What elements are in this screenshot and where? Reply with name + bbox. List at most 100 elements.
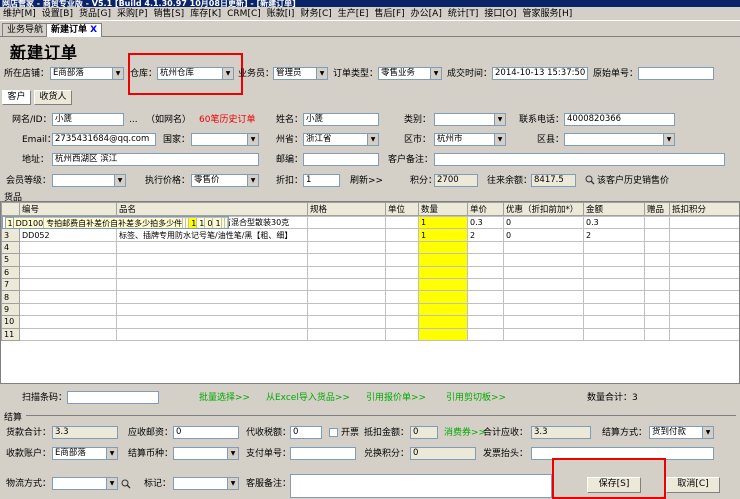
- table-cell[interactable]: [116, 315, 308, 329]
- mark-select[interactable]: ▼: [173, 477, 239, 490]
- column-header[interactable]: 单位: [385, 202, 419, 216]
- table-cell[interactable]: [644, 265, 670, 279]
- table-row[interactable]: 7: [1, 277, 739, 292]
- zip-input[interactable]: [303, 153, 379, 166]
- table-cell[interactable]: [116, 240, 308, 255]
- netname-input[interactable]: 小篪: [52, 113, 124, 126]
- table-cell[interactable]: 1: [418, 228, 468, 242]
- logistics-select[interactable]: ▼: [52, 477, 118, 490]
- table-cell[interactable]: [503, 253, 584, 267]
- table-cell[interactable]: [307, 315, 386, 329]
- table-cell[interactable]: [19, 302, 117, 317]
- column-header[interactable]: 规格: [307, 202, 386, 216]
- cust-remark-input[interactable]: [290, 474, 552, 498]
- table-cell[interactable]: DD052: [19, 228, 117, 242]
- table-cell[interactable]: [19, 265, 117, 279]
- table-cell[interactable]: [669, 240, 739, 255]
- table-cell[interactable]: [467, 265, 504, 279]
- table-cell[interactable]: [669, 277, 739, 292]
- category-select[interactable]: ▼: [434, 113, 506, 126]
- table-cell[interactable]: DD100: [12, 217, 45, 228]
- quote-link[interactable]: 引用报价单>>: [366, 392, 426, 404]
- store-select[interactable]: E商部落 ▼: [50, 67, 124, 80]
- table-cell[interactable]: [583, 327, 645, 341]
- menu-item[interactable]: 库存[K]: [187, 7, 224, 21]
- customer-remark-input[interactable]: [434, 153, 725, 166]
- table-cell[interactable]: [503, 265, 584, 279]
- table-cell[interactable]: [418, 265, 468, 279]
- table-cell[interactable]: [116, 277, 308, 292]
- table-cell[interactable]: [116, 265, 308, 279]
- table-cell[interactable]: [307, 240, 386, 255]
- table-cell[interactable]: [583, 315, 645, 329]
- menu-item[interactable]: 采购[P]: [114, 7, 150, 21]
- table-cell[interactable]: [467, 315, 504, 329]
- table-row[interactable]: 1 DD100 专拍邮费自补差价自补差多少拍多少件 1 1 0 1: [1, 216, 229, 229]
- table-cell[interactable]: [669, 327, 739, 341]
- currency-select[interactable]: ▼: [173, 447, 239, 460]
- country-select[interactable]: ▼: [191, 133, 259, 146]
- table-cell[interactable]: [307, 327, 386, 341]
- table-row[interactable]: 11: [1, 327, 739, 341]
- table-cell[interactable]: [644, 290, 670, 304]
- table-cell[interactable]: [116, 290, 308, 304]
- table-cell[interactable]: [644, 327, 670, 341]
- table-cell[interactable]: [503, 315, 584, 329]
- refresh-link[interactable]: 刷新>>: [350, 175, 383, 187]
- netname-browse-button[interactable]: ...: [129, 114, 138, 126]
- city-select[interactable]: 杭州市 ▼: [434, 133, 506, 146]
- table-cell[interactable]: [19, 290, 117, 304]
- table-cell[interactable]: [385, 315, 419, 329]
- table-cell[interactable]: [19, 240, 117, 255]
- menu-item[interactable]: 办公[A]: [408, 7, 445, 21]
- table-cell[interactable]: [418, 253, 468, 267]
- table-cell[interactable]: [307, 302, 386, 317]
- table-cell[interactable]: [19, 277, 117, 292]
- table-cell[interactable]: [307, 277, 386, 292]
- table-cell[interactable]: [307, 215, 386, 230]
- import-excel-link[interactable]: 从Excel导入货品>>: [266, 392, 350, 404]
- table-cell[interactable]: [583, 302, 645, 317]
- settle-select[interactable]: 货到付款 ▼: [649, 426, 714, 439]
- menu-item[interactable]: 销售[S]: [150, 7, 187, 21]
- table-cell[interactable]: [669, 228, 739, 242]
- table-cell[interactable]: [116, 253, 308, 267]
- table-cell[interactable]: 0.3: [467, 215, 504, 230]
- table-cell[interactable]: [669, 253, 739, 267]
- table-cell[interactable]: [418, 277, 468, 292]
- menu-item[interactable]: 维护[M]: [0, 7, 39, 21]
- table-cell[interactable]: [385, 240, 419, 255]
- table-row[interactable]: 5: [1, 253, 739, 267]
- history-price-link[interactable]: 该客户历史销售价: [597, 175, 669, 187]
- table-cell[interactable]: [385, 215, 419, 230]
- table-cell[interactable]: [583, 265, 645, 279]
- table-cell[interactable]: [385, 265, 419, 279]
- table-cell[interactable]: [583, 277, 645, 292]
- table-row[interactable]: 9: [1, 302, 739, 317]
- batch-select-link[interactable]: 批量选择>>: [199, 392, 250, 404]
- table-cell[interactable]: [19, 253, 117, 267]
- table-row[interactable]: 6: [1, 265, 739, 279]
- table-cell[interactable]: [583, 253, 645, 267]
- table-cell[interactable]: [669, 302, 739, 317]
- table-cell[interactable]: [418, 290, 468, 304]
- orig-no-input[interactable]: [638, 67, 714, 80]
- table-cell[interactable]: [467, 240, 504, 255]
- table-cell[interactable]: [307, 290, 386, 304]
- postage-input[interactable]: 0: [173, 426, 239, 439]
- time-input[interactable]: 2014-10-13 15:37:50: [492, 67, 588, 80]
- table-cell[interactable]: [644, 228, 670, 242]
- level-select[interactable]: ▼: [52, 174, 126, 187]
- table-cell[interactable]: [418, 240, 468, 255]
- table-cell[interactable]: [418, 327, 468, 341]
- district-select[interactable]: ▼: [564, 133, 675, 146]
- salesman-select[interactable]: 管理员 ▼: [273, 67, 328, 80]
- table-cell[interactable]: 0: [204, 217, 214, 228]
- table-cell[interactable]: [385, 228, 419, 242]
- table-cell[interactable]: [116, 302, 308, 317]
- table-cell[interactable]: [503, 327, 584, 341]
- table-cell[interactable]: [418, 315, 468, 329]
- table-cell[interactable]: 0: [503, 215, 584, 230]
- province-select[interactable]: 浙江省 ▼: [303, 133, 379, 146]
- account-select[interactable]: E商部落 ▼: [52, 447, 118, 460]
